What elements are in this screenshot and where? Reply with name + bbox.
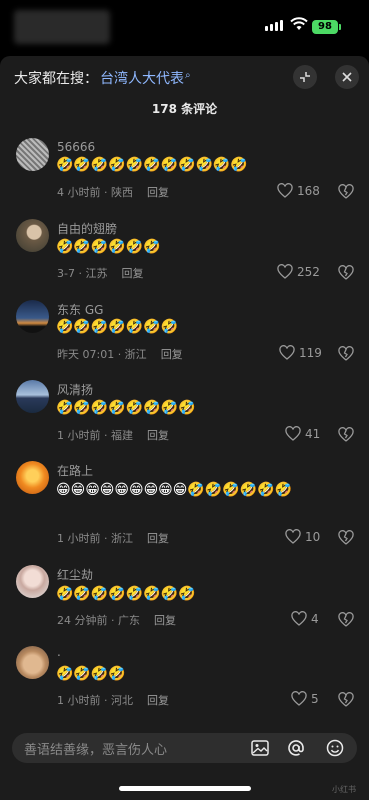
avatar[interactable] <box>16 646 49 679</box>
comment-author[interactable]: 风清扬 <box>57 381 93 398</box>
comment-meta: 3-7 · 江苏 回复 <box>57 265 143 281</box>
heart-icon <box>285 529 301 544</box>
close-button[interactable] <box>335 65 359 89</box>
comment-meta: 昨天 07:01 · 浙江 回复 <box>57 346 183 362</box>
avatar[interactable] <box>16 565 49 598</box>
comment-meta: 4 小时前 · 陕西 回复 <box>57 184 169 200</box>
avatar[interactable] <box>16 219 49 252</box>
comment-text: 🤣🤣🤣🤣🤣🤣🤣🤣 <box>56 400 196 416</box>
dislike-icon[interactable] <box>338 184 354 199</box>
comment-text: 🤣🤣🤣🤣🤣🤣🤣🤣 <box>56 586 196 602</box>
home-indicator <box>119 786 251 791</box>
battery-tip <box>339 24 341 30</box>
comment-author[interactable]: 在路上 <box>57 462 93 479</box>
comment-author[interactable]: . <box>57 645 61 659</box>
status-bar: 98 <box>0 0 369 56</box>
comment-input[interactable]: 善语结善缘，恶言伤人心 <box>12 733 357 763</box>
comment-text: 🤣🤣🤣🤣 <box>56 666 126 682</box>
comment-time-location: 1 小时前 · 福建 <box>57 429 133 442</box>
trending-search-prefix: 大家都在搜： <box>14 71 98 87</box>
heart-icon <box>277 183 293 198</box>
reply-button[interactable]: 回复 <box>154 612 176 628</box>
dislike-icon[interactable] <box>338 612 354 627</box>
comment-meta: 1 小时前 · 浙江 回复 <box>57 530 169 546</box>
like-count: 252 <box>297 264 320 279</box>
heart-icon <box>285 426 301 441</box>
dislike-icon[interactable] <box>338 530 354 545</box>
comment-time-location: 昨天 07:01 · 浙江 <box>57 348 147 361</box>
comment-author[interactable]: 红尘劫 <box>57 566 93 583</box>
reply-button[interactable]: 回复 <box>161 346 183 362</box>
like-count: 10 <box>305 529 321 544</box>
avatar[interactable] <box>16 380 49 413</box>
heart-icon <box>291 691 307 706</box>
reply-button[interactable]: 回复 <box>147 184 169 200</box>
comment-time-location: 1 小时前 · 浙江 <box>57 532 133 545</box>
search-icon: ⌕ <box>185 69 191 81</box>
comment-count: 178 条评论 <box>151 102 218 116</box>
comment-author[interactable]: 自由的翅膀 <box>57 220 117 237</box>
like-count: 41 <box>305 426 321 441</box>
at-icon <box>288 740 304 756</box>
heart-icon <box>279 345 295 360</box>
comment-input-placeholder[interactable]: 善语结善缘，恶言伤人心 <box>24 739 167 758</box>
reply-button[interactable]: 回复 <box>147 692 169 708</box>
battery-icon: 98 <box>312 20 338 34</box>
status-time-blurred <box>14 10 110 44</box>
comment-text: 🤣🤣🤣🤣🤣🤣🤣 <box>56 319 179 335</box>
like-button[interactable]: 252 <box>277 264 320 279</box>
wifi-icon <box>290 17 308 30</box>
like-button[interactable]: 168 <box>277 183 320 198</box>
comment-author[interactable]: 东东 GG <box>57 301 103 318</box>
comment-text: 🤣🤣🤣🤣🤣🤣 <box>56 239 161 255</box>
signal-icon <box>265 20 283 31</box>
avatar[interactable] <box>16 300 49 333</box>
like-button[interactable]: 10 <box>285 529 320 544</box>
like-count: 5 <box>311 691 319 706</box>
emoji-button[interactable] <box>324 737 346 759</box>
like-button[interactable]: 4 <box>291 611 319 626</box>
avatar[interactable] <box>16 461 49 494</box>
comment-meta: 24 分钟前 · 广东 回复 <box>57 612 176 628</box>
heart-icon <box>277 264 293 279</box>
image-icon <box>251 740 269 756</box>
comment-time-location: 3-7 · 江苏 <box>57 267 108 280</box>
comment-time-location: 1 小时前 · 河北 <box>57 694 133 707</box>
comment-meta: 1 小时前 · 福建 回复 <box>57 427 169 443</box>
comment-time-location: 4 小时前 · 陕西 <box>57 186 133 199</box>
comment-meta: 1 小时前 · 河北 回复 <box>57 692 169 708</box>
trending-search-term[interactable]: 台湾人大代表 <box>100 68 184 88</box>
heart-icon <box>291 611 307 626</box>
watermark: 小红书 <box>332 785 356 794</box>
comment-text: 🤣🤣🤣🤣🤣🤣🤣🤣🤣🤣🤣 <box>56 157 248 173</box>
like-button[interactable]: 41 <box>285 426 320 441</box>
like-button[interactable]: 5 <box>291 691 319 706</box>
like-count: 119 <box>299 345 322 360</box>
mention-button[interactable] <box>285 737 307 759</box>
comment-text: 😁😁😁😁😁😁😁😁😁🤣🤣🤣🤣🤣🤣 <box>56 482 292 498</box>
comment-time-location: 24 分钟前 · 广东 <box>57 614 140 627</box>
dislike-icon[interactable] <box>338 427 354 442</box>
comment-author[interactable]: 56666 <box>57 140 95 154</box>
close-icon <box>342 72 352 82</box>
image-button[interactable] <box>249 737 271 759</box>
dislike-icon[interactable] <box>338 346 354 361</box>
dislike-icon[interactable] <box>338 265 354 280</box>
like-count: 4 <box>311 611 319 626</box>
like-button[interactable]: 119 <box>279 345 322 360</box>
reply-button[interactable]: 回复 <box>121 265 143 281</box>
reply-button[interactable]: 回复 <box>147 427 169 443</box>
like-count: 168 <box>297 183 320 198</box>
collapse-icon <box>300 72 310 82</box>
reply-button[interactable]: 回复 <box>147 530 169 546</box>
avatar[interactable] <box>16 138 49 171</box>
collapse-button[interactable] <box>293 65 317 89</box>
emoji-icon <box>326 739 344 757</box>
dislike-icon[interactable] <box>338 692 354 707</box>
